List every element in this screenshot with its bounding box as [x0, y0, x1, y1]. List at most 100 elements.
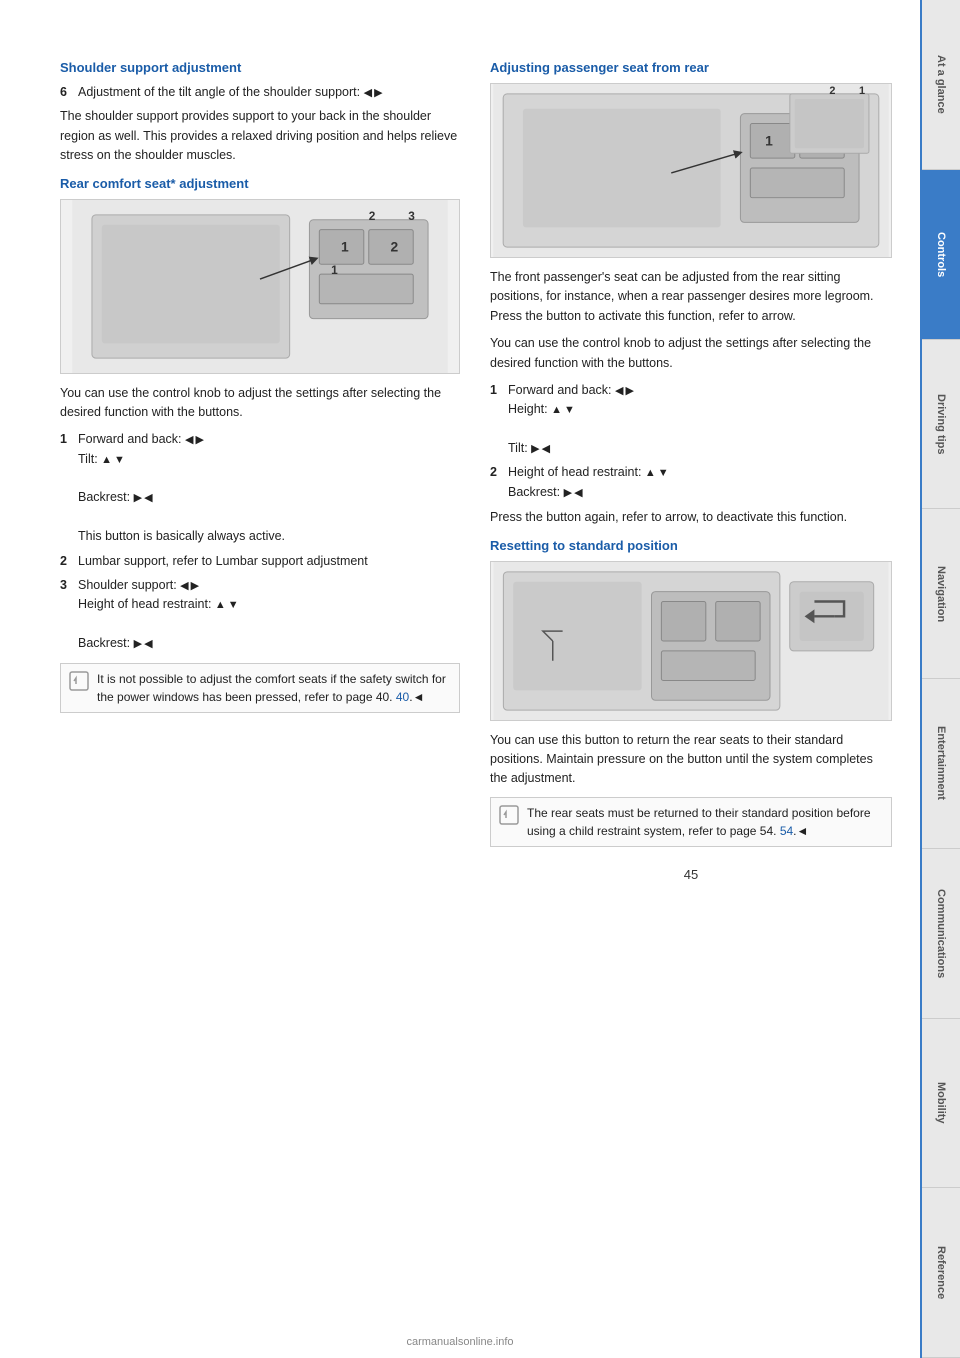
left-step-2: 2 Lumbar support, refer to Lumbar suppor…: [60, 552, 460, 571]
reset-body: You can use this button to return the re…: [490, 731, 892, 789]
section-passenger-seat: Adjusting passenger seat from rear: [490, 60, 892, 528]
arrow-up-icon: [645, 463, 656, 482]
svg-text:2: 2: [369, 208, 376, 222]
arrow-left-icon: [185, 430, 193, 449]
reset-position-image: [490, 561, 892, 721]
step-6-content: Adjustment of the tilt angle of the shou…: [78, 83, 460, 102]
right-step-2-content: Height of head restraint: Backrest:: [508, 463, 892, 502]
left-note-box: It is not possible to adjust the comfort…: [60, 663, 460, 713]
r-step1-fwd-arrows: [615, 381, 634, 400]
left-step-3-num: 3: [60, 576, 78, 654]
arrow-up-icon: [551, 400, 562, 419]
step3-back-arrows: [134, 634, 153, 653]
right-note-text: The rear seats must be returned to their…: [527, 806, 871, 838]
svg-text:2: 2: [829, 85, 835, 97]
svg-text:1: 1: [859, 85, 865, 97]
arrow-left-icon: [180, 576, 188, 595]
section-reset-position: Resetting to standard position: [490, 538, 892, 847]
page-40-link[interactable]: 40: [396, 690, 409, 704]
svg-text:1: 1: [331, 263, 338, 277]
step1-fwd-arrows: [185, 430, 204, 449]
rear-seat-body: You can use the control knob to adjust t…: [60, 384, 460, 423]
step-6-arrows: [364, 83, 383, 102]
left-step-1-num: 1: [60, 430, 78, 546]
arrow-back-icon: [144, 488, 152, 507]
section-shoulder-support: Shoulder support adjustment 6 Adjustment…: [60, 60, 460, 166]
left-step-2-content: Lumbar support, refer to Lumbar support …: [78, 552, 460, 571]
arrow-fwd-icon: [134, 488, 142, 507]
svg-text:1: 1: [765, 132, 773, 148]
r-step1-height-arrows: [551, 400, 575, 419]
arrow-up-icon: [215, 595, 226, 614]
left-column: Shoulder support adjustment 6 Adjustment…: [60, 60, 460, 1328]
left-step-1-content: Forward and back: Tilt:: [78, 430, 460, 546]
chapter-sidebar: At a glance Controls Driving tips Naviga…: [922, 0, 960, 1358]
r-step1-tilt-arrows: [531, 439, 550, 458]
arrow-right-icon: [195, 430, 203, 449]
sidebar-tab-at-a-glance[interactable]: At a glance: [922, 0, 960, 170]
page-number: 45: [490, 867, 892, 882]
arrow-down-icon: [228, 595, 239, 614]
passenger-seat-title: Adjusting passenger seat from rear: [490, 60, 892, 75]
arrow-left-icon: [364, 83, 372, 102]
arrow-down-icon: [114, 450, 125, 469]
press-note: Press the button again, refer to arrow, …: [490, 508, 892, 527]
arrow-right-icon: [625, 381, 633, 400]
right-step-1-num: 1: [490, 381, 508, 459]
sidebar-tab-controls[interactable]: Controls: [922, 170, 960, 340]
right-column: Adjusting passenger seat from rear: [490, 60, 892, 1328]
right-step-2: 2 Height of head restraint: Backrest:: [490, 463, 892, 502]
left-step-2-num: 2: [60, 552, 78, 571]
arrow-right-icon: [191, 576, 199, 595]
step-6-num: 6: [60, 83, 78, 102]
watermark: carmanualsonline.info: [0, 1336, 920, 1348]
arrow-right-icon: [374, 83, 382, 102]
step1-back-arrows: [134, 488, 153, 507]
r-step2-back-arrows: [564, 483, 583, 502]
rear-seat-image: 1 2 2 3 1: [60, 199, 460, 374]
sidebar-tab-mobility[interactable]: Mobility: [922, 1019, 960, 1189]
sidebar-tab-driving-tips[interactable]: Driving tips: [922, 340, 960, 510]
passenger-seat-image: 1 2 2: [490, 83, 892, 258]
arrow-fwd-icon: [564, 483, 572, 502]
arrow-up-icon: [101, 450, 112, 469]
note-icon: [69, 671, 89, 691]
r-step2-head-arrows: [645, 463, 669, 482]
right-step-1: 1 Forward and back: Height:: [490, 381, 892, 459]
sidebar-tab-communications[interactable]: Communications: [922, 849, 960, 1019]
arrow-left-icon: [615, 381, 623, 400]
right-note-box: The rear seats must be returned to their…: [490, 797, 892, 847]
svg-text:3: 3: [408, 208, 415, 222]
shoulder-support-body: The shoulder support provides support to…: [60, 107, 460, 165]
rear-comfort-title: Rear comfort seat* adjustment: [60, 176, 460, 191]
page-54-link[interactable]: 54: [780, 824, 793, 838]
arrow-down-icon: [658, 463, 669, 482]
passenger-seat-body1: The front passenger's seat can be adjust…: [490, 268, 892, 326]
step3-head-arrows: [215, 595, 239, 614]
arrow-back-icon: [542, 439, 550, 458]
arrow-fwd-icon: [531, 439, 539, 458]
arrow-back-icon: [144, 634, 152, 653]
sidebar-tab-navigation[interactable]: Navigation: [922, 509, 960, 679]
step1-tilt-arrows: [101, 450, 125, 469]
shoulder-support-title: Shoulder support adjustment: [60, 60, 460, 75]
step3-arrows: [180, 576, 199, 595]
arrow-fwd-icon: [134, 634, 142, 653]
main-content: Shoulder support adjustment 6 Adjustment…: [0, 0, 922, 1358]
right-step-2-num: 2: [490, 463, 508, 502]
sidebar-tab-reference[interactable]: Reference: [922, 1188, 960, 1358]
left-note-text: It is not possible to adjust the comfort…: [97, 672, 446, 704]
arrow-back-icon: [574, 483, 582, 502]
sidebar-tab-entertainment[interactable]: Entertainment: [922, 679, 960, 849]
section-rear-comfort-seat: Rear comfort seat* adjustment: [60, 176, 460, 714]
note-icon-right: [499, 805, 519, 825]
step-6-row: 6 Adjustment of the tilt angle of the sh…: [60, 83, 460, 102]
passenger-seat-body2: You can use the control knob to adjust t…: [490, 334, 892, 373]
arrow-down-icon: [564, 400, 575, 419]
left-step-3-content: Shoulder support: Height of head restrai…: [78, 576, 460, 654]
left-step-1: 1 Forward and back: Tilt:: [60, 430, 460, 546]
left-step-3: 3 Shoulder support: Height of head restr…: [60, 576, 460, 654]
svg-text:1: 1: [341, 238, 349, 254]
reset-position-title: Resetting to standard position: [490, 538, 892, 553]
right-step-1-content: Forward and back: Height:: [508, 381, 892, 459]
